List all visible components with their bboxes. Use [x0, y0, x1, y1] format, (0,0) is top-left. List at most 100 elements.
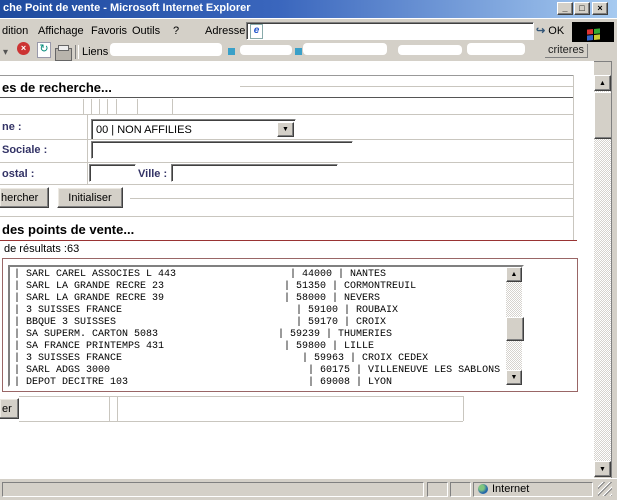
redaction-patch: [467, 43, 525, 55]
status-zone-panel: Internet: [473, 482, 593, 497]
globe-icon: [478, 484, 488, 494]
maximize-button[interactable]: □: [574, 2, 590, 15]
resize-grip[interactable]: [598, 482, 612, 496]
list-option[interactable]: | BBQUE 3 SUISSES | 59170 | CROIX: [14, 317, 500, 329]
list-option[interactable]: | SARL LA GRANDE RECRE 39 | 58000 | NEVE…: [14, 293, 500, 305]
menu-outils[interactable]: Outils: [132, 25, 160, 37]
bottom-action-button[interactable]: er: [0, 398, 19, 419]
browser-window: che Point de vente - Microsoft Internet …: [0, 0, 617, 500]
toolbar-separator: [75, 45, 79, 59]
list-scrollbar-thumb[interactable]: [506, 317, 524, 341]
raison-sociale-label: Sociale :: [2, 144, 47, 156]
link-icon[interactable]: [295, 48, 302, 55]
redaction-patch: [398, 45, 462, 55]
redaction-patch: [240, 45, 292, 55]
redaction-patch: [110, 43, 222, 56]
rechercher-button[interactable]: hercher: [0, 187, 49, 208]
page-content: es de recherche... ne : 00 | NON AFFILIE…: [0, 61, 594, 478]
enseigne-label: ne :: [2, 121, 22, 133]
table-border-line: [91, 99, 92, 114]
table-border-line: [0, 184, 573, 185]
list-option[interactable]: | SA SUPERM. CARTON 5083 | 59239 | THUME…: [14, 329, 500, 341]
list-option[interactable]: | SARL LA GRANDE RECRE 23 | 51350 | CORM…: [14, 281, 500, 293]
table-border-line: [19, 421, 463, 422]
window-title: che Point de vente - Microsoft Internet …: [3, 2, 251, 14]
table-border-line: [107, 99, 108, 114]
list-option[interactable]: | 3 SUISSES FRANCE | 59100 | ROUBAIX: [14, 305, 500, 317]
results-list[interactable]: | SARL CAREL ASSOCIES L 443 | 44000 | NA…: [14, 269, 500, 389]
table-border-line: [117, 396, 118, 421]
status-panel-main: [2, 482, 424, 497]
results-heading-rule: [0, 240, 577, 241]
status-bar: Internet: [0, 478, 617, 498]
window-frame: [611, 61, 617, 478]
table-border-line: [573, 75, 574, 240]
table-border-line: [0, 75, 574, 76]
ville-input[interactable]: [171, 164, 338, 182]
address-input[interactable]: [263, 25, 533, 37]
table-border-line: [19, 396, 463, 397]
chevron-down-icon[interactable]: ▾: [3, 47, 8, 58]
go-button[interactable]: ↪ OK: [536, 24, 564, 37]
table-border-line: [116, 99, 117, 114]
links-label: Liens: [82, 46, 108, 58]
menu-favoris[interactable]: Favoris: [91, 25, 127, 37]
print-button[interactable]: [55, 48, 72, 61]
results-border-box: | SARL CAREL ASSOCIES L 443 | 44000 | NA…: [2, 258, 578, 392]
table-border-line: [83, 99, 84, 114]
dropdown-arrow-icon[interactable]: ▼: [277, 122, 294, 137]
ie-page-icon: e: [250, 24, 263, 39]
list-option[interactable]: | SARL ADGS 3000 | 60175 | VILLENEUVE LE…: [14, 365, 500, 377]
table-border-line: [99, 99, 100, 114]
list-option[interactable]: | SA FRANCE PRINTEMPS 431 | 59800 | LILL…: [14, 341, 500, 353]
initialiser-button[interactable]: Initialiser: [57, 187, 123, 208]
enseigne-selected-value: 00 | NON AFFILIES: [92, 124, 192, 136]
menu-bar: dition Affichage Favoris Outils ? Adress…: [0, 18, 617, 43]
page-scroll-down-icon[interactable]: ▼: [594, 461, 611, 477]
title-bar[interactable]: che Point de vente - Microsoft Internet …: [0, 0, 617, 18]
table-border-line: [463, 396, 464, 421]
table-border-line: [0, 114, 573, 115]
link-icon[interactable]: [228, 48, 235, 55]
refresh-button[interactable]: ↻: [37, 42, 51, 58]
status-panel: [427, 482, 448, 497]
page-scroll-up-icon[interactable]: ▲: [594, 75, 611, 91]
minimize-button[interactable]: _: [557, 2, 573, 15]
code-postal-input[interactable]: [89, 164, 136, 182]
page-scrollbar-track[interactable]: [594, 91, 611, 461]
code-postal-label: ostal :: [2, 168, 34, 180]
redaction-patch: [303, 43, 387, 55]
list-option[interactable]: | SARL CAREL ASSOCIES L 443 | 44000 | NA…: [14, 269, 500, 281]
menu-help[interactable]: ?: [173, 25, 179, 37]
table-border-line: [240, 86, 573, 87]
address-bar[interactable]: e: [246, 22, 534, 40]
results-listbox[interactable]: | SARL CAREL ASSOCIES L 443 | 44000 | NA…: [8, 265, 524, 387]
list-scroll-up-icon[interactable]: ▲: [506, 267, 522, 282]
results-count: de résultats :63: [4, 243, 79, 255]
list-scroll-down-icon[interactable]: ▼: [506, 370, 522, 385]
status-zone-label: Internet: [492, 483, 529, 495]
table-border-line: [0, 139, 573, 140]
stop-button[interactable]: ×: [17, 42, 30, 55]
results-section-heading: des points de vente...: [2, 222, 134, 237]
table-border-line: [87, 114, 88, 184]
menu-edition[interactable]: dition: [2, 25, 28, 37]
list-option[interactable]: | 3 SUISSES FRANCE | 59963 | CROIX CEDEX: [14, 353, 500, 365]
table-border-line: [0, 162, 573, 163]
status-panel: [450, 482, 471, 497]
link-criteres[interactable]: criteres: [545, 44, 588, 58]
ville-label: Ville :: [138, 168, 167, 180]
go-label: OK: [548, 25, 564, 37]
table-border-line: [0, 216, 573, 217]
list-option[interactable]: | DEPOT DECITRE 103 | 69008 | LYON: [14, 377, 500, 389]
menu-affichage[interactable]: Affichage: [38, 25, 84, 37]
close-button[interactable]: ×: [592, 2, 608, 15]
table-border-line: [130, 198, 573, 199]
search-section-heading: es de recherche...: [2, 80, 112, 95]
table-border-line: [172, 99, 173, 114]
windows-flag-icon: [587, 28, 600, 40]
raison-sociale-input[interactable]: [91, 141, 353, 159]
table-border-line: [109, 396, 110, 421]
enseigne-select[interactable]: 00 | NON AFFILIES ▼: [91, 119, 296, 140]
address-label: Adresse: [205, 25, 245, 37]
